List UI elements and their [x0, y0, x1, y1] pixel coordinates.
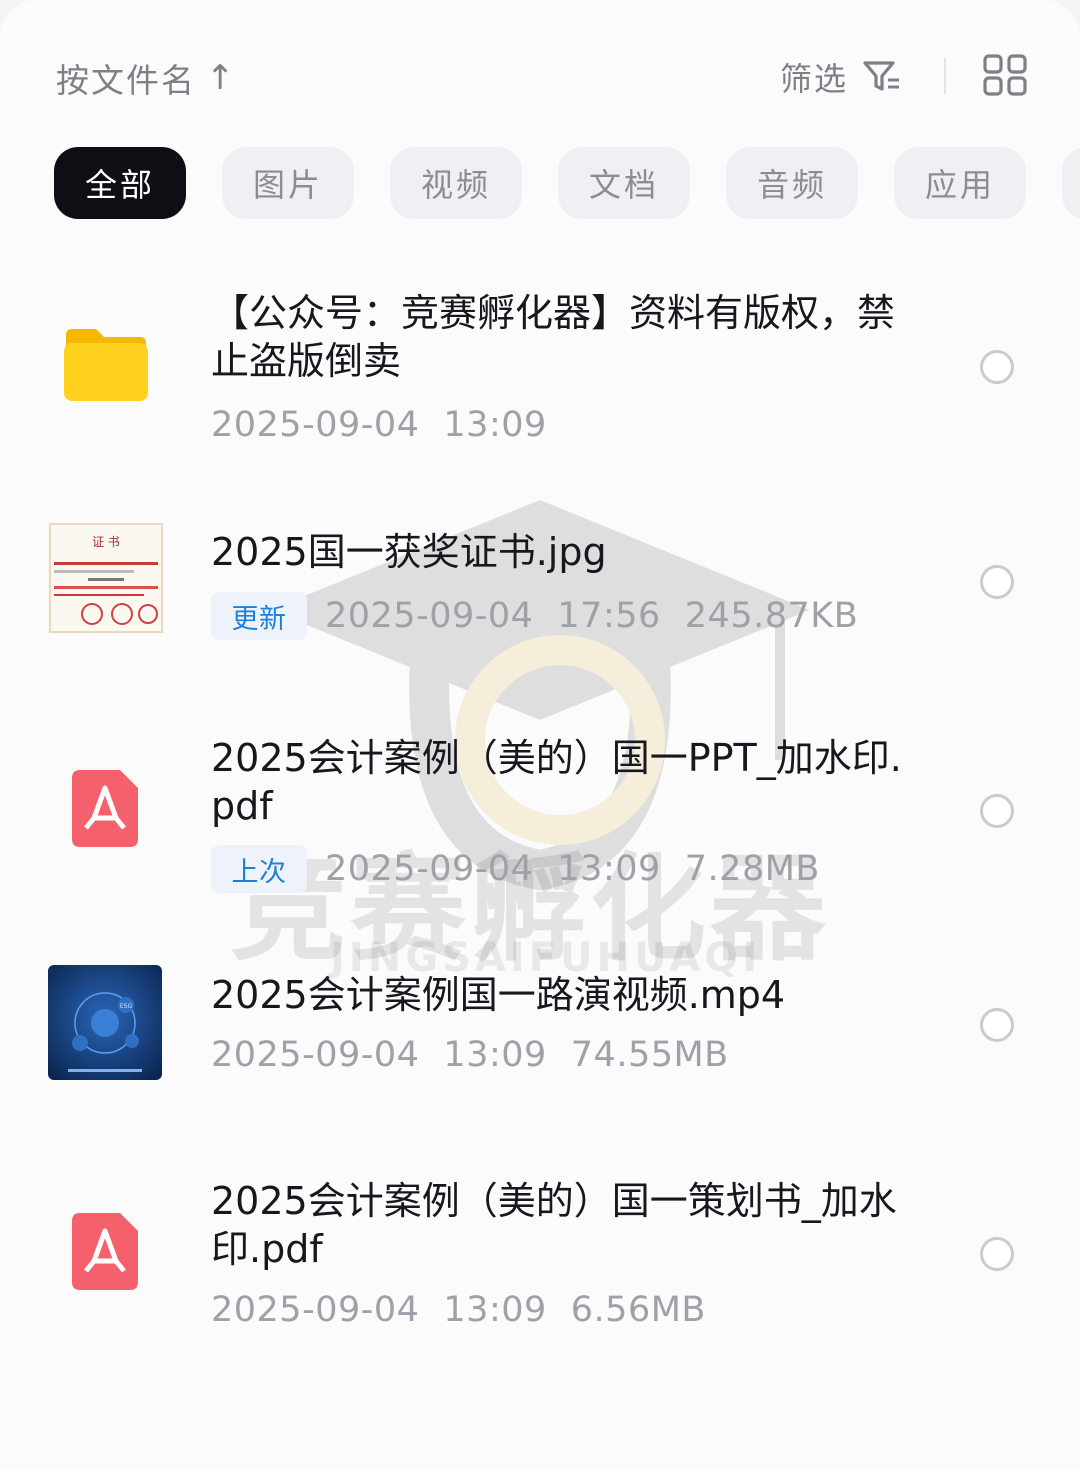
update-badge: 更新 — [211, 592, 307, 640]
grid-view-icon[interactable] — [983, 54, 1027, 96]
file-time: 13:09 — [557, 849, 661, 889]
list-item[interactable]: ESG 2025会计案例国一路演视频.mp4 2025-09-04 13:09 … — [0, 965, 1080, 1095]
tab-videos[interactable]: 视频 — [390, 147, 522, 219]
sort-button[interactable]: 按文件名 ↑ — [56, 54, 237, 102]
file-time: 13:09 — [443, 1035, 547, 1075]
tab-all[interactable]: 全部 — [54, 147, 186, 219]
select-radio[interactable] — [980, 1237, 1014, 1271]
file-name: 2025国一获奖证书.jpg — [211, 530, 607, 574]
file-name: 2025会计案例（美的）国一策划书_加水印.pdf — [211, 1179, 897, 1271]
list-item[interactable]: 证 书 2025国一获奖证书.jpg 更新 2025-09-04 17:56 2… — [0, 520, 1080, 650]
filter-button[interactable]: 筛选 — [780, 54, 902, 100]
filter-label: 筛选 — [780, 60, 849, 98]
select-radio[interactable] — [980, 794, 1014, 828]
tab-more[interactable] — [1062, 147, 1080, 219]
file-meta: 2025-09-04 13:09 74.55MB — [211, 1035, 729, 1075]
filter-icon — [863, 61, 900, 91]
file-size: 7.28MB — [684, 849, 820, 889]
tab-apps[interactable]: 应用 — [894, 147, 1026, 219]
certificate-heading: 证 书 — [92, 535, 120, 549]
toolbar: 按文件名 ↑ 筛选 — [0, 0, 1080, 150]
tab-documents[interactable]: 文档 — [558, 147, 690, 219]
tab-images[interactable]: 图片 — [222, 147, 354, 219]
folder-icon — [64, 329, 148, 401]
toolbar-divider — [944, 58, 946, 94]
file-date: 2025-09-04 — [325, 596, 534, 636]
category-tabs: 全部 图片 视频 文档 音频 应用 — [54, 147, 1080, 219]
pdf-icon — [72, 770, 138, 847]
pdf-icon — [72, 1213, 138, 1290]
list-item[interactable]: 2025会计案例（美的）国一策划书_加水印.pdf 2025-09-04 13:… — [0, 1175, 1080, 1345]
file-size: 245.87KB — [684, 596, 859, 636]
file-meta: 2025-09-04 13:09 6.56MB — [211, 1290, 706, 1330]
file-date: 2025-09-04 — [211, 405, 420, 445]
video-thumb-label: ESG — [120, 1003, 133, 1010]
video-thumbnail: ESG — [48, 965, 162, 1080]
last-opened-badge: 上次 — [211, 845, 307, 893]
sort-label: 按文件名 — [56, 61, 196, 100]
file-meta: 2025-09-04 13:09 — [211, 405, 547, 445]
sort-arrow-icon: ↑ — [206, 58, 237, 98]
file-date: 2025-09-04 — [325, 849, 534, 889]
file-name: 【公众号：竞赛孵化器】资料有版权，禁止盗版倒卖 — [211, 291, 896, 383]
file-size: 6.56MB — [570, 1290, 706, 1330]
file-date: 2025-09-04 — [211, 1290, 420, 1330]
list-item[interactable]: 2025会计案例（美的）国一PPT_加水印.pdf 上次 2025-09-04 … — [0, 730, 1080, 900]
select-radio[interactable] — [980, 350, 1014, 384]
file-date: 2025-09-04 — [211, 1035, 420, 1075]
file-meta: 上次 2025-09-04 13:09 7.28MB — [211, 845, 820, 893]
file-meta: 更新 2025-09-04 17:56 245.87KB — [211, 592, 858, 640]
file-manager-page: 按文件名 ↑ 筛选 全部 图片 视频 文档 音频 应用 竞赛孵化器 JINGSA… — [0, 0, 1080, 1469]
select-radio[interactable] — [980, 565, 1014, 599]
file-size: 74.55MB — [570, 1035, 729, 1075]
file-name: 2025会计案例国一路演视频.mp4 — [211, 973, 786, 1017]
tab-audio[interactable]: 音频 — [726, 147, 858, 219]
file-time: 17:56 — [557, 596, 661, 636]
file-time: 13:09 — [443, 1290, 547, 1330]
file-name: 2025会计案例（美的）国一PPT_加水印.pdf — [211, 736, 902, 828]
file-time: 13:09 — [443, 405, 547, 445]
select-radio[interactable] — [980, 1008, 1014, 1042]
certificate-thumbnail: 证 书 — [48, 522, 164, 634]
list-item[interactable]: 【公众号：竞赛孵化器】资料有版权，禁止盗版倒卖 2025-09-04 13:09 — [0, 285, 1080, 465]
